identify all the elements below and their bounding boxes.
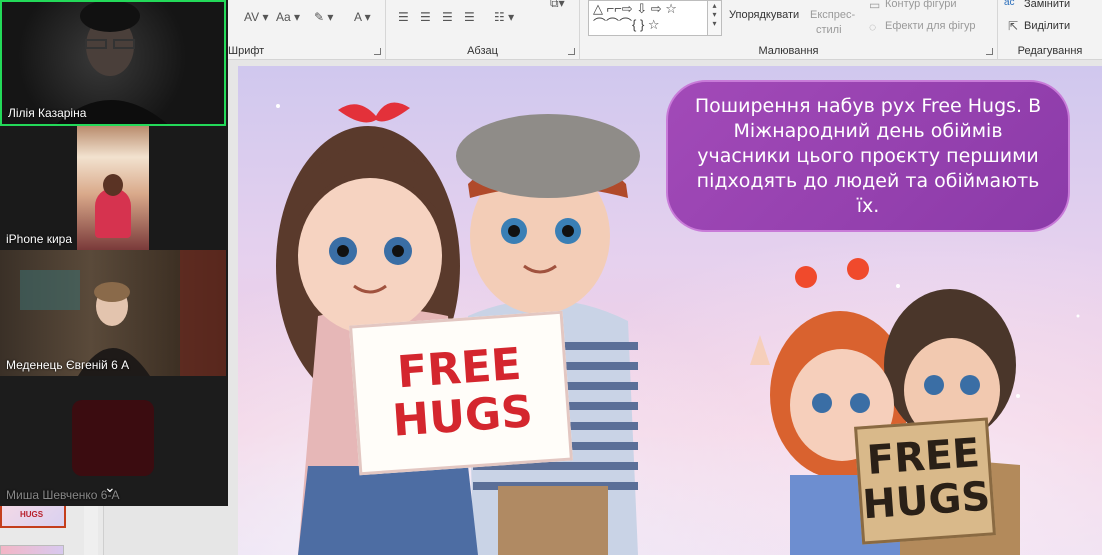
participant-tile-4[interactable]: Миша Шевченко 6-А ⌄ xyxy=(0,376,226,506)
participant-4-avatar xyxy=(72,400,154,476)
replace-button[interactable]: Замінити xyxy=(1024,0,1070,10)
font-dialog-launcher[interactable] xyxy=(374,48,381,55)
shapes-gallery[interactable]: △ ⌐⌐⇨ ⇩ ⇨ ☆ ⌒⌒⌒{ } ☆ xyxy=(588,0,708,36)
video-panel: Лілія Казаріна iPhone кира Меденець Євге… xyxy=(0,0,228,506)
smartart-icon[interactable]: ⧉▾ xyxy=(550,0,565,11)
align-center-icon[interactable]: ☰ xyxy=(420,10,431,24)
quick-styles-line1[interactable]: Експрес- xyxy=(810,9,855,21)
participant-tile-1[interactable]: Лілія Казаріна xyxy=(0,0,226,126)
editing-group: ac Замінити ⇱ Виділити Редагування xyxy=(998,0,1102,60)
chevron-down-icon[interactable]: ⌄ xyxy=(104,479,116,496)
free-hugs-sign-main: FREE HUGS xyxy=(349,310,573,476)
a-label: A xyxy=(354,10,362,24)
slide-thumbnail-next[interactable] xyxy=(0,545,64,555)
shape-outline-button[interactable]: Контур фігури xyxy=(885,0,956,10)
change-case-button[interactable]: Aa ▾ xyxy=(276,10,300,24)
participant-4-name: Миша Шевченко 6-А xyxy=(6,488,120,502)
slide-canvas[interactable]: FREE HUGS Поширення набув рух Free Hugs.… xyxy=(238,66,1102,555)
quick-styles-line2[interactable]: стилі xyxy=(816,24,842,36)
participant-tile-3[interactable]: Меденець Євгеній 6 А xyxy=(0,250,226,376)
shape-outline-icon[interactable]: ▭ xyxy=(869,0,880,12)
participant-tile-2[interactable]: iPhone кира xyxy=(0,126,226,250)
drawing-dialog-launcher[interactable] xyxy=(986,48,993,55)
paragraph-dialog-launcher[interactable] xyxy=(568,48,575,55)
align-right-icon[interactable]: ☰ xyxy=(442,10,453,24)
arrange-button[interactable]: Упорядкувати xyxy=(729,9,799,21)
participant-2-video xyxy=(77,126,149,250)
av-label: AV xyxy=(244,10,260,24)
font-color-button[interactable]: A ▾ xyxy=(354,10,371,24)
shapes-row-2: ⌒⌒⌒{ } ☆ xyxy=(593,17,660,32)
free-hugs-sign-small: FREE HUGS xyxy=(854,417,996,545)
columns-icon[interactable]: ☷ ▾ xyxy=(494,10,514,24)
select-button[interactable]: Виділити xyxy=(1024,20,1070,32)
font-group: AV ▾ Aa ▾ ✎ ▾ A ▾ Шрифт xyxy=(228,0,386,60)
drawing-group-title: Малювання xyxy=(758,45,819,57)
aa-label: Aa xyxy=(276,10,291,24)
highlight-icon[interactable]: ✎ ▾ xyxy=(314,10,333,24)
paragraph-group-title: Абзац xyxy=(467,45,498,57)
shape-effects-button[interactable]: Ефекти для фігур xyxy=(885,20,976,32)
children-illustration-main xyxy=(276,102,640,555)
kerning-button[interactable]: AV ▾ xyxy=(244,10,268,24)
caption-bubble: Поширення набув рух Free Hugs. В Міжнаро… xyxy=(666,80,1070,232)
thumbnail-label: HUGS xyxy=(20,510,44,519)
replace-icon[interactable]: ac xyxy=(1004,0,1015,8)
participant-2-name: iPhone кира xyxy=(6,232,72,246)
shape-effects-icon[interactable]: ◌ xyxy=(869,20,876,34)
shapes-row-1: △ ⌐⌐⇨ ⇩ ⇨ ☆ xyxy=(593,1,677,16)
caption-text: Поширення набув рух Free Hugs. В Міжнаро… xyxy=(694,95,1042,217)
paragraph-group: ☰ ☰ ☰ ☰ ☷ ▾ ⧉▾ Абзац xyxy=(386,0,580,60)
shapes-scroll[interactable]: ▴ ▾ ▾ xyxy=(708,0,722,36)
justify-icon[interactable]: ☰ xyxy=(464,10,475,24)
editing-group-title: Редагування xyxy=(1017,45,1083,57)
participant-1-name: Лілія Казаріна xyxy=(8,106,87,120)
participant-2-head xyxy=(103,174,123,196)
cursor-icon[interactable]: ⇱ xyxy=(1008,19,1018,33)
sign-small-line2: HUGS xyxy=(861,473,992,529)
align-left-icon[interactable]: ☰ xyxy=(398,10,409,24)
participant-3-name: Меденець Євгеній 6 А xyxy=(6,358,130,372)
font-group-title: Шрифт xyxy=(228,45,265,57)
